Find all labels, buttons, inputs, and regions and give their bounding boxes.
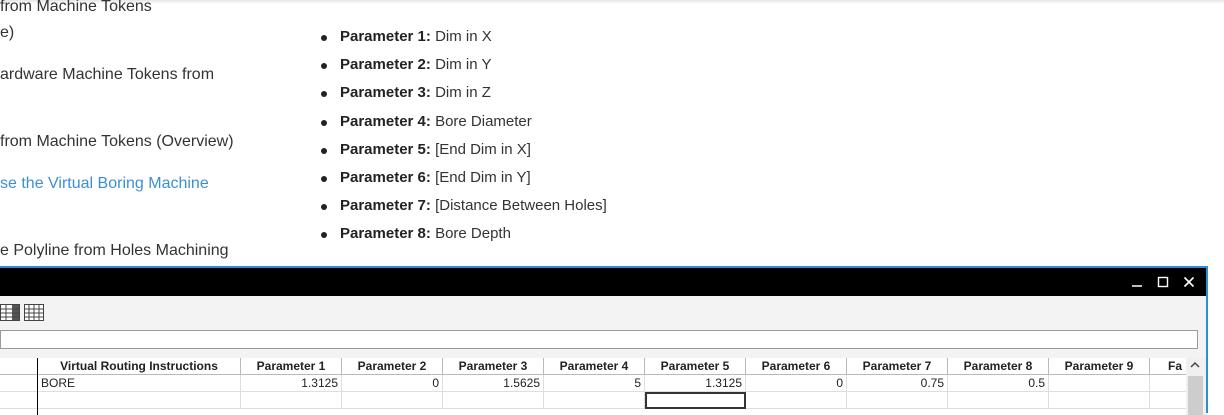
column-header[interactable]: Virtual Routing Instructions	[38, 358, 241, 375]
table-cell[interactable]	[544, 392, 645, 409]
column-header[interactable]: Parameter 3	[443, 358, 544, 375]
nav-link-virtual-boring-machine[interactable]: se the Virtual Boring Machine	[0, 175, 209, 193]
column-header[interactable]: Parameter 8	[948, 358, 1049, 375]
close-button[interactable]	[1180, 273, 1198, 291]
parameter-item: Parameter 4: Bore Diameter	[321, 111, 607, 139]
vertical-scrollbar[interactable]	[1186, 358, 1206, 415]
row-header[interactable]	[0, 375, 38, 392]
minimize-icon	[1132, 285, 1142, 287]
scrollbar-thumb[interactable]	[1188, 376, 1203, 415]
nav-link-partial[interactable]: e)	[0, 24, 14, 42]
table-cell[interactable]	[746, 392, 847, 409]
column-header[interactable]: Parameter 1	[241, 358, 342, 375]
bullet-icon	[321, 91, 327, 98]
table-cell[interactable]: 0.5	[948, 375, 1049, 392]
table-cell[interactable]: 0	[746, 375, 847, 392]
instructions-grid: Virtual Routing Instructions Parameter 1…	[0, 358, 1186, 415]
table-cell[interactable]	[1150, 392, 1186, 409]
table-cell[interactable]	[1150, 375, 1186, 392]
parameter-item: Parameter 6: [End Dim in Y]	[321, 167, 607, 195]
bullet-icon	[321, 35, 327, 41]
column-header[interactable]: Fa	[1150, 358, 1186, 375]
maximize-button[interactable]	[1154, 273, 1172, 291]
bullet-icon	[321, 63, 327, 70]
column-header[interactable]: Parameter 5	[645, 358, 746, 375]
table-cell[interactable]	[1049, 392, 1150, 409]
parameter-item: Parameter 1: Dim in X	[321, 26, 607, 54]
column-header[interactable]: Parameter 4	[544, 358, 645, 375]
table-cell[interactable]: 0	[342, 375, 443, 392]
parameter-item: Parameter 3: Dim in Z	[321, 82, 607, 110]
bullet-icon	[321, 147, 327, 154]
command-input[interactable]	[0, 330, 1198, 349]
window-controls	[1128, 271, 1198, 293]
table-view-icon[interactable]	[24, 304, 44, 321]
table-cell[interactable]	[342, 392, 443, 409]
table-cell[interactable]: 1.3125	[645, 375, 746, 392]
bullet-icon	[321, 232, 327, 239]
parameter-list: Parameter 1: Dim in X Parameter 2: Dim i…	[321, 26, 607, 252]
nav-link-tokens-overview[interactable]: from Machine Tokens (Overview)	[0, 133, 234, 151]
table-cell[interactable]	[1049, 375, 1150, 392]
table-cell[interactable]: 1.5625	[443, 375, 544, 392]
table-cell[interactable]: 5	[544, 375, 645, 392]
bullet-icon	[321, 119, 327, 126]
nav-link-hardware-tokens[interactable]: ardware Machine Tokens from	[0, 66, 214, 84]
scroll-up-icon[interactable]	[1190, 361, 1200, 369]
nav-link-machine-tokens[interactable]: from Machine Tokens	[0, 0, 152, 16]
table-cell[interactable]: 0.75	[847, 375, 948, 392]
top-shadow	[0, 0, 1224, 4]
column-header[interactable]: Parameter 9	[1049, 358, 1150, 375]
minimize-button[interactable]	[1128, 273, 1146, 291]
table-cell[interactable]	[847, 392, 948, 409]
column-header[interactable]: Parameter 7	[847, 358, 948, 375]
selected-cell[interactable]	[645, 392, 746, 409]
parameter-item: Parameter 5: [End Dim in X]	[321, 139, 607, 167]
parameter-item: Parameter 8: Bore Depth	[321, 223, 607, 251]
table-cell[interactable]: 1.3125	[241, 375, 342, 392]
grid-view-icon[interactable]	[0, 304, 20, 321]
column-header[interactable]: Parameter 6	[746, 358, 847, 375]
table-cell[interactable]	[241, 392, 342, 409]
maximize-icon	[1157, 276, 1169, 288]
bullet-icon	[321, 175, 327, 182]
column-header[interactable]: Parameter 2	[342, 358, 443, 375]
row-header-corner	[0, 358, 38, 375]
table-cell[interactable]	[948, 392, 1049, 409]
window-titlebar[interactable]	[0, 268, 1206, 296]
window-toolbar	[0, 298, 1206, 326]
close-icon	[1183, 276, 1195, 288]
nav-link-polyline-holes[interactable]: e Polyline from Holes Machining	[0, 242, 229, 260]
table-cell[interactable]: BORE	[38, 375, 241, 392]
bullet-icon	[321, 204, 327, 211]
row-header[interactable]	[0, 392, 38, 409]
table-cell[interactable]	[38, 392, 241, 409]
parameter-item: Parameter 2: Dim in Y	[321, 54, 607, 82]
virtual-routing-window: Virtual Routing Instructions Parameter 1…	[0, 266, 1208, 415]
row-header-divider	[37, 358, 38, 415]
parameter-item: Parameter 7: [Distance Between Holes]	[321, 195, 607, 223]
table-cell[interactable]	[443, 392, 544, 409]
